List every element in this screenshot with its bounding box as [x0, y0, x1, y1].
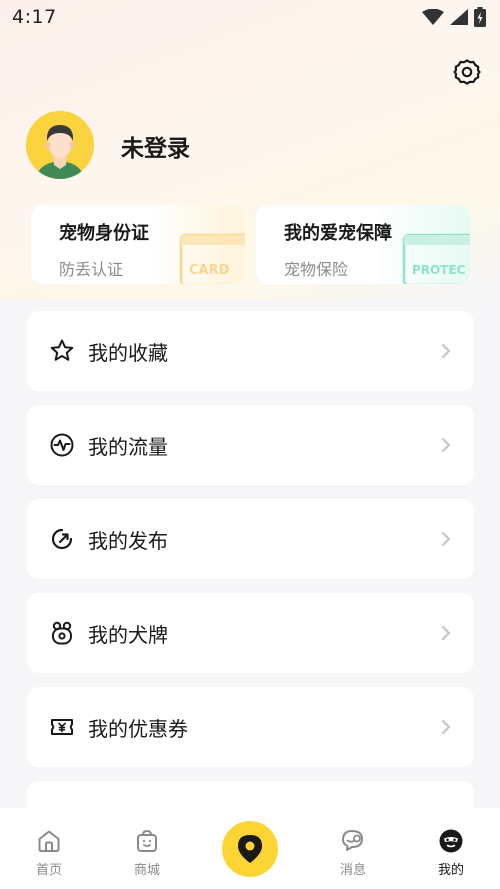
- card-decoration-text: CARD: [189, 263, 230, 278]
- status-bar: 4:17: [0, 0, 500, 34]
- tab-home-label: 首页: [35, 863, 62, 878]
- menu-item-label: 我的收藏: [88, 340, 168, 365]
- star-icon: [49, 338, 75, 364]
- tab-profile[interactable]: 我的: [416, 808, 486, 889]
- pet-insurance-card[interactable]: 我的爱宠保障 宠物保险 PROTEC: [256, 205, 470, 284]
- battery-icon: [474, 7, 486, 27]
- status-icons: [422, 7, 486, 27]
- card-decoration-icon: CARD: [179, 233, 245, 284]
- menu-item-label: 我的流量: [88, 434, 168, 459]
- message-icon: [342, 830, 363, 851]
- tab-home[interactable]: 首页: [14, 808, 84, 889]
- settings-button[interactable]: [451, 56, 483, 88]
- login-status[interactable]: 未登录: [121, 129, 190, 163]
- shop-icon: [137, 829, 157, 852]
- chevron-right-icon: [442, 720, 450, 734]
- menu-item-traffic[interactable]: 我的流量: [27, 405, 474, 485]
- status-time: 4:17: [12, 6, 57, 28]
- coupon-icon: [49, 714, 75, 740]
- tab-messages[interactable]: 消息: [318, 808, 388, 889]
- protect-decoration-text: PROTEC: [412, 263, 466, 277]
- gear-icon: [453, 59, 481, 85]
- tab-messages-label: 消息: [339, 863, 366, 878]
- avatar[interactable]: [26, 111, 94, 179]
- chevron-right-icon: [442, 344, 450, 358]
- menu-item-posts[interactable]: 我的发布: [27, 499, 474, 579]
- wifi-icon: [422, 9, 444, 25]
- menu-item-favorites[interactable]: 我的收藏: [27, 311, 474, 391]
- profile-icon: [439, 829, 463, 853]
- chevron-right-icon: [442, 532, 450, 546]
- pet-id-card[interactable]: 宠物身份证 防丢认证 CARD: [31, 205, 245, 284]
- home-icon: [38, 830, 60, 852]
- activity-icon: [49, 432, 75, 458]
- signal-icon: [450, 9, 468, 25]
- menu-item-label: 我的优惠券: [88, 716, 188, 741]
- tab-shop[interactable]: 商城: [112, 808, 182, 889]
- tab-profile-label: 我的: [437, 863, 464, 878]
- menu-item-label: 我的发布: [88, 528, 168, 553]
- menu-item-coupons[interactable]: 我的优惠券: [27, 687, 474, 767]
- center-location-button[interactable]: [222, 821, 278, 877]
- protect-decoration-icon: PROTEC: [402, 233, 470, 284]
- publish-icon: [49, 526, 75, 552]
- menu-item-label: 我的犬牌: [88, 622, 168, 647]
- menu-item-dog-tag[interactable]: 我的犬牌: [27, 593, 474, 673]
- chevron-right-icon: [442, 438, 450, 452]
- tab-shop-label: 商城: [133, 863, 160, 878]
- chevron-right-icon: [442, 626, 450, 640]
- dog-tag-icon: [49, 620, 75, 646]
- default-avatar-icon: [26, 111, 94, 179]
- location-pin-icon: [238, 835, 262, 863]
